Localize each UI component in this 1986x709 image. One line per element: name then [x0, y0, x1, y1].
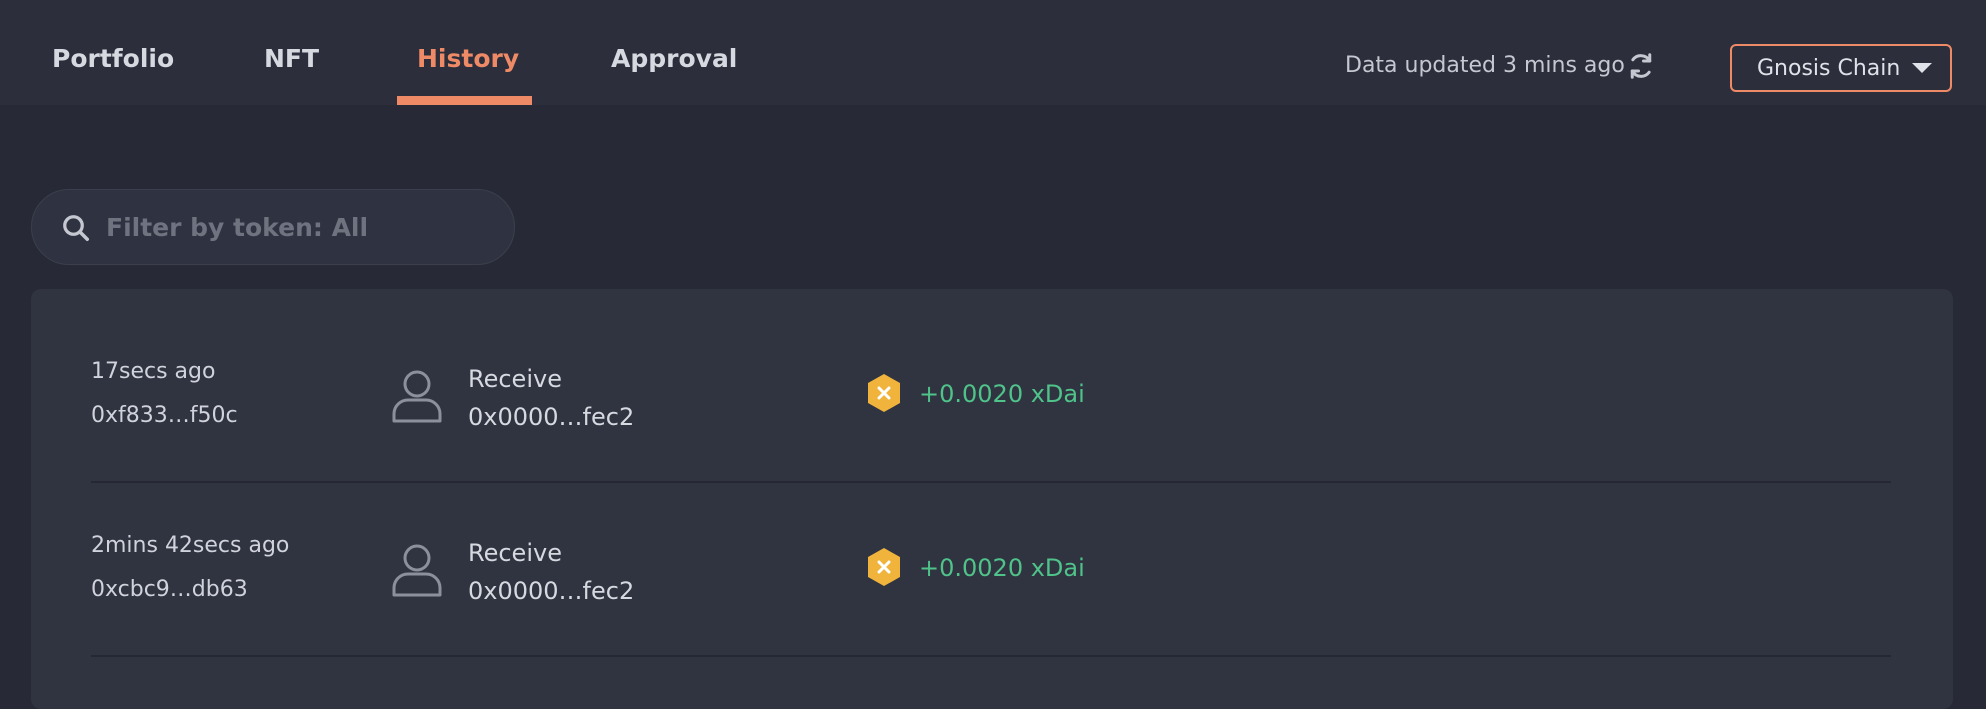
tab-portfolio[interactable]: Portfolio [52, 44, 174, 84]
search-input[interactable] [106, 204, 496, 250]
tab-approval[interactable]: Approval [611, 44, 737, 84]
tab-nft[interactable]: NFT [264, 44, 319, 84]
tab-history[interactable]: History [417, 44, 519, 84]
user-icon [392, 370, 442, 423]
refresh-icon[interactable] [1626, 51, 1656, 81]
history-panel: 17secs ago 0xf833…f50c Receive 0x0000…fe… [31, 289, 1953, 709]
counterparty-address[interactable]: 0x0000…fec2 [468, 577, 634, 605]
history-row[interactable]: 2mins 42secs ago 0xcbc9…db63 Receive 0x0… [91, 463, 1891, 637]
caret-down-icon [1912, 63, 1933, 73]
top-nav-bar: Portfolio NFT History Approval Data upda… [0, 0, 1986, 105]
counterparty-address[interactable]: 0x0000…fec2 [468, 403, 634, 431]
user-icon [392, 544, 442, 597]
tx-amount: +0.0020 xDai [919, 380, 1085, 408]
token-filter-search[interactable] [31, 189, 515, 265]
tx-amount: +0.0020 xDai [919, 554, 1085, 582]
tx-time: 2mins 42secs ago [91, 533, 290, 558]
tx-type-label: Receive [468, 365, 562, 393]
history-row[interactable]: 17secs ago 0xf833…f50c Receive 0x0000…fe… [91, 289, 1891, 463]
tx-time: 17secs ago [91, 359, 216, 384]
row-divider [91, 655, 1891, 657]
tx-hash-link[interactable]: 0xf833…f50c [91, 403, 238, 428]
chain-selector-label: Gnosis Chain [1757, 55, 1901, 81]
xdai-token-icon [868, 374, 900, 412]
tx-type-label: Receive [468, 539, 562, 567]
chain-selector-dropdown[interactable]: Gnosis Chain [1730, 44, 1952, 92]
active-tab-indicator [397, 96, 532, 105]
search-icon [63, 215, 89, 241]
tx-hash-link[interactable]: 0xcbc9…db63 [91, 577, 248, 602]
xdai-token-icon [868, 548, 900, 586]
data-updated-text: Data updated 3 mins ago [1345, 53, 1625, 78]
